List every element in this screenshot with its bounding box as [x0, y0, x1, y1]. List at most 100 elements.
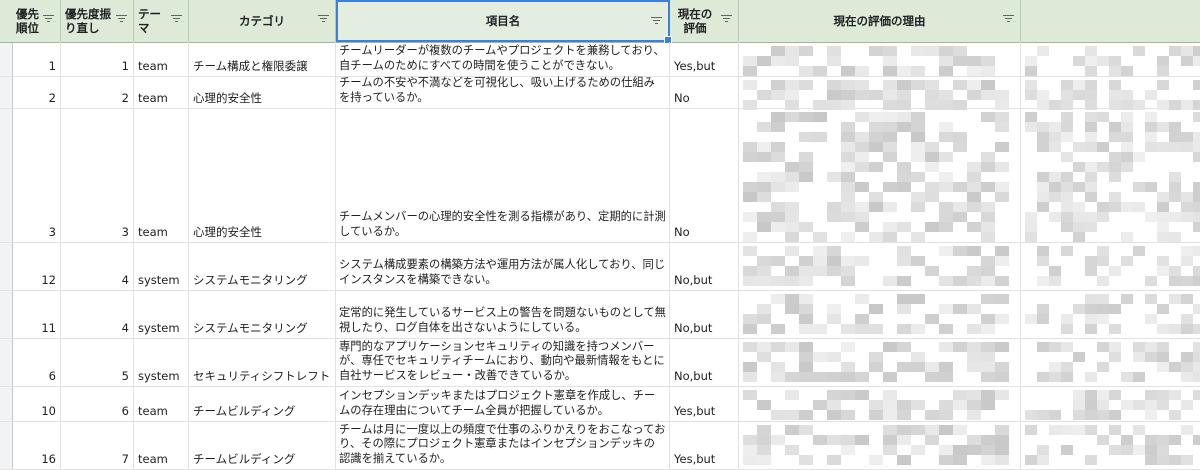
redacted-block — [1145, 182, 1157, 192]
cell-priority[interactable]: 12 — [12, 242, 61, 290]
table-row[interactable]: 3 3 team 心理的安全性 チームメンバーの心理的安全性を測る指標があり、定期的に計… — [0, 108, 1200, 243]
cell-category[interactable]: システムモニタリング — [189, 242, 336, 290]
cell-reassign[interactable]: 4 — [61, 242, 134, 290]
header-theme[interactable]: テー マ — [134, 0, 189, 42]
cell-item[interactable]: 専門的なアプリケーションセキュリティの知識を持つメンバーが、専任でセキュリティチ… — [336, 338, 670, 386]
cell-priority[interactable]: 3 — [12, 108, 61, 242]
header-item[interactable]: 項目名 — [336, 0, 672, 44]
cell-evaluation[interactable]: Yes,but — [670, 42, 739, 76]
cell-priority[interactable]: 10 — [12, 386, 61, 421]
cell-reassign[interactable]: 7 — [61, 421, 134, 469]
header-blank[interactable] — [1021, 0, 1200, 42]
cell-evaluation[interactable]: No — [670, 108, 739, 242]
cell-extra-redacted[interactable] — [1021, 421, 1200, 469]
cell-evaluation[interactable]: Yes,but — [670, 421, 739, 469]
table-row[interactable]: 6 5 system セキュリティシフトレフト 専門的なアプリケーションセキュリティの知… — [0, 338, 1200, 387]
cell-evaluation[interactable]: Yes,but — [670, 386, 739, 421]
table-row[interactable]: 10 6 team チームビルディング インセプションデッキまたはプロジェクト憲章を作成… — [0, 386, 1200, 422]
cell-theme[interactable]: system — [134, 242, 189, 290]
header-category[interactable]: カテゴリ — [189, 0, 336, 42]
redacted-block — [897, 172, 911, 182]
cell-category[interactable]: システムモニタリング — [189, 290, 336, 338]
cell-extra-redacted[interactable] — [1021, 386, 1200, 421]
cell-reason-redacted[interactable] — [739, 421, 1021, 469]
cell-theme[interactable]: team — [134, 42, 189, 76]
cell-priority[interactable]: 2 — [12, 76, 61, 108]
cell-item[interactable]: チームは月に一度以上の頻度で仕事のふりかえりをおこなっており、その際にプロジェク… — [336, 421, 670, 469]
table-row[interactable]: 11 4 system システムモニタリング 定常的に発生しているサービス上の警告を問題… — [0, 290, 1200, 339]
header-reassign[interactable]: 優先度振 り直し — [61, 0, 134, 42]
cell-reassign[interactable]: 3 — [61, 108, 134, 242]
cell-evaluation[interactable]: No,but — [670, 338, 739, 386]
table-row[interactable]: 16 7 team チームビルディング チームは月に一度以上の頻度で仕事のふりかえりをお… — [0, 421, 1200, 470]
cell-reason-redacted[interactable] — [739, 42, 1021, 76]
spreadsheet-grid[interactable]: 優先 順位 優先度振 り直し テー マ カテゴリ 項目名 現在の 評価 現在の評… — [0, 0, 1200, 470]
cell-theme[interactable]: system — [134, 338, 189, 386]
cell-reassign[interactable]: 2 — [61, 76, 134, 108]
cell-priority[interactable]: 1 — [12, 42, 61, 76]
cell-extra-redacted[interactable] — [1021, 338, 1200, 386]
cell-item[interactable]: チームメンバーの心理的安全性を測る指標があり、定期的に計測しているか。 — [336, 108, 670, 242]
cell-reassign[interactable]: 6 — [61, 386, 134, 421]
redacted-block — [1121, 372, 1133, 382]
cell-reason-redacted[interactable] — [739, 242, 1021, 290]
header-evaluation[interactable]: 現在の 評価 — [670, 0, 739, 42]
cell-item[interactable]: チームの不安や不満などを可視化し、吸い上げるための仕組みを持っているか。 — [336, 76, 670, 108]
redacted-block — [1097, 390, 1109, 400]
redacted-block — [1193, 246, 1200, 256]
cell-evaluation[interactable]: No,but — [670, 290, 739, 338]
filter-icon[interactable] — [651, 17, 662, 26]
cell-extra-redacted[interactable] — [1021, 242, 1200, 290]
redacted-block — [897, 324, 911, 334]
cell-reason-redacted[interactable] — [739, 76, 1021, 110]
cell-item[interactable]: チームリーダーが複数のチームやプロジェクトを兼務しており、自チームのためにすべて… — [336, 42, 670, 76]
cell-extra-redacted[interactable] — [1021, 42, 1200, 76]
header-priority[interactable]: 優先 順位 — [12, 0, 61, 42]
cell-priority[interactable]: 11 — [12, 290, 61, 338]
filter-icon[interactable] — [318, 15, 329, 24]
cell-evaluation[interactable]: No — [670, 76, 739, 108]
cell-reason-redacted[interactable] — [739, 338, 1021, 386]
redacted-block — [953, 342, 967, 352]
cell-extra-redacted[interactable] — [1021, 108, 1200, 242]
table-row[interactable]: 12 4 system システムモニタリング システム構成要素の構築方法や運用方法が属人… — [0, 242, 1200, 291]
redacted-block — [981, 435, 995, 445]
cell-category[interactable]: チームビルディング — [189, 386, 336, 421]
cell-theme[interactable]: team — [134, 108, 189, 242]
cell-extra-redacted[interactable] — [1021, 76, 1200, 110]
cell-reason-redacted[interactable] — [739, 386, 1021, 421]
header-reason[interactable]: 現在の評価の理由 — [739, 0, 1021, 42]
cell-category[interactable]: セキュリティシフトレフト — [189, 338, 336, 386]
cell-priority[interactable]: 16 — [12, 421, 61, 469]
cell-reason-redacted[interactable] — [739, 108, 1021, 242]
cell-category[interactable]: 心理的安全性 — [189, 108, 336, 242]
table-row[interactable]: 2 2 team 心理的安全性 チームの不安や不満などを可視化し、吸い上げるための仕組み… — [0, 76, 1200, 110]
cell-reassign[interactable]: 5 — [61, 338, 134, 386]
cell-extra-redacted[interactable] — [1021, 290, 1200, 338]
cell-category[interactable]: チーム構成と権限委譲 — [189, 42, 336, 76]
cell-reassign[interactable]: 4 — [61, 290, 134, 338]
cell-category[interactable]: 心理的安全性 — [189, 76, 336, 108]
table-row[interactable]: 1 1 team チーム構成と権限委譲 チームリーダーが複数のチームやプロジェクトを兼務… — [0, 42, 1200, 77]
cell-theme[interactable]: team — [134, 386, 189, 421]
cell-item[interactable]: 定常的に発生しているサービス上の警告を問題ないものとして無視したり、ログ自体を出… — [336, 290, 670, 338]
redacted-block — [953, 425, 967, 435]
cell-theme[interactable]: system — [134, 290, 189, 338]
filter-icon[interactable] — [721, 15, 732, 24]
cell-priority[interactable]: 6 — [12, 338, 61, 386]
cell-theme[interactable]: team — [134, 421, 189, 469]
cell-reason-redacted[interactable] — [739, 290, 1021, 338]
redacted-block — [813, 324, 827, 334]
cell-item[interactable]: インセプションデッキまたはプロジェクト憲章を作成し、チームの存在理由についてチー… — [336, 386, 670, 421]
cell-category[interactable]: チームビルディング — [189, 421, 336, 469]
filter-icon[interactable] — [43, 15, 54, 24]
redacted-block — [799, 324, 813, 334]
cell-item[interactable]: システム構成要素の構築方法や運用方法が属人化しており、同じインスタンスを構築でき… — [336, 242, 670, 290]
cell-theme[interactable]: team — [134, 76, 189, 108]
filter-icon[interactable] — [1003, 15, 1014, 24]
filter-icon[interactable] — [116, 15, 127, 24]
cell-reassign[interactable]: 1 — [61, 42, 134, 76]
cell-evaluation[interactable]: No,but — [670, 242, 739, 290]
redacted-block — [1157, 352, 1169, 362]
filter-icon[interactable] — [171, 15, 182, 24]
